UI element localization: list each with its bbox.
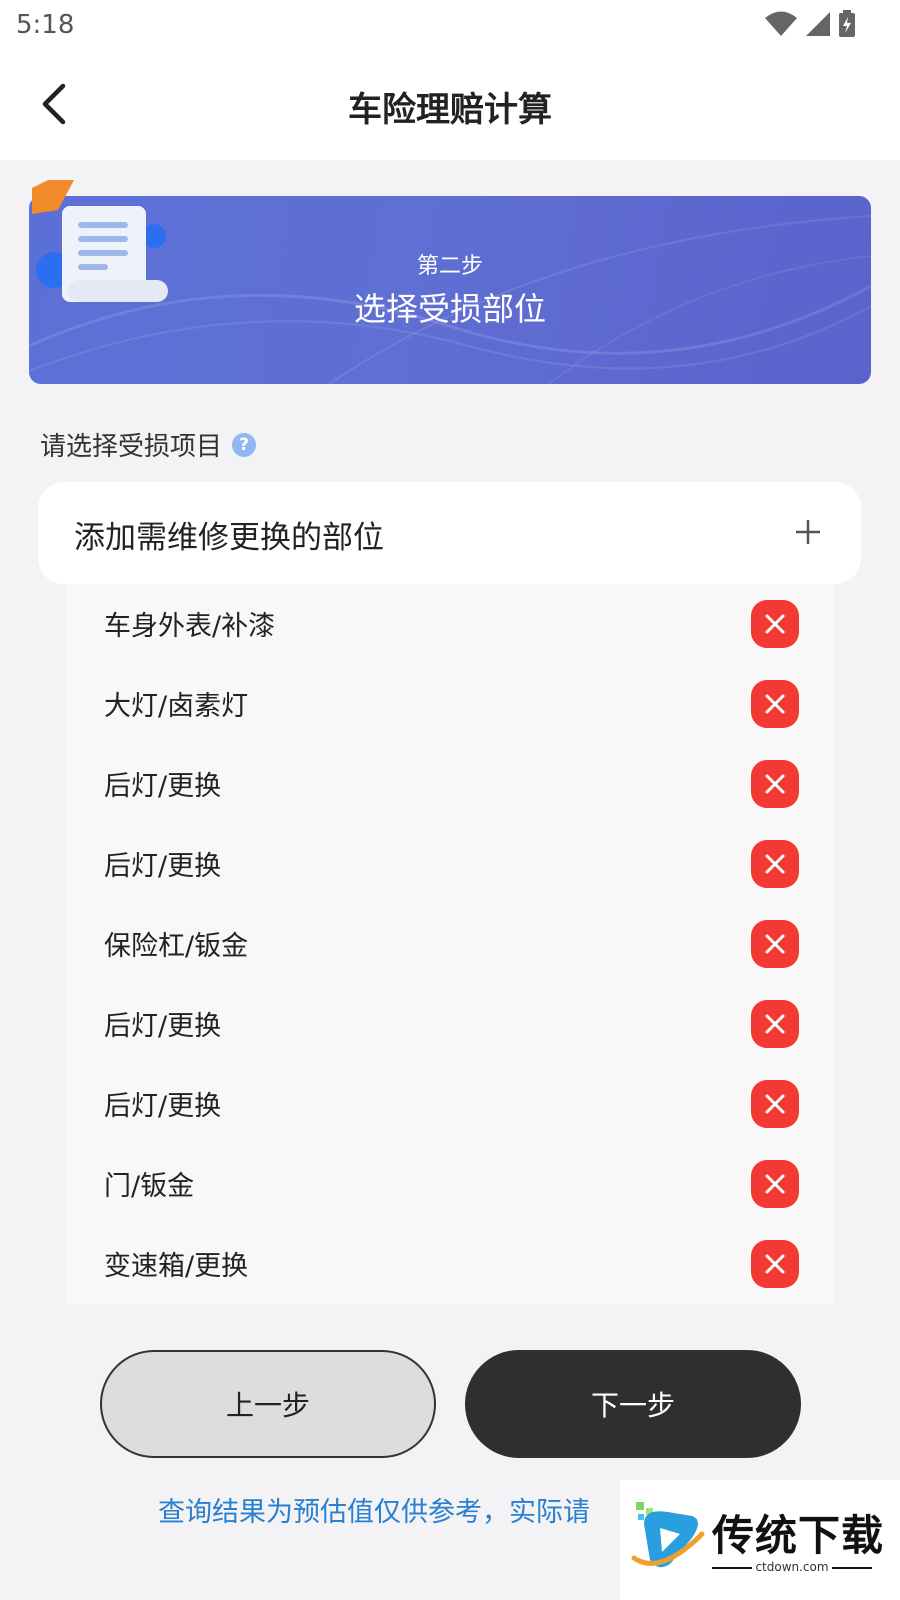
watermark-divider bbox=[832, 1567, 872, 1569]
list-item-label: 后灯/更换 bbox=[104, 771, 222, 802]
close-icon bbox=[765, 934, 785, 954]
delete-item-button[interactable] bbox=[751, 680, 799, 728]
plus-icon bbox=[796, 520, 820, 544]
document-illustration-icon bbox=[32, 180, 168, 302]
list-item-label: 保险杠/钣金 bbox=[104, 931, 249, 962]
disclaimer-text: 查询结果为预估值仅供参考，实际请 bbox=[158, 1497, 590, 1528]
section-label-text: 请选择受损项目 bbox=[40, 432, 223, 462]
signal-icon bbox=[806, 12, 830, 36]
delete-item-button[interactable] bbox=[751, 760, 799, 808]
delete-item-button[interactable] bbox=[751, 840, 799, 888]
close-icon bbox=[765, 694, 785, 714]
close-icon bbox=[765, 774, 785, 794]
previous-step-button[interactable]: 上一步 bbox=[100, 1350, 436, 1458]
damaged-items-list: 车身外表/补漆 大灯/卤素灯 后灯/更换 后灯/更换 保险杠/钣金 后灯/更换 bbox=[67, 584, 833, 1304]
list-item-label: 后灯/更换 bbox=[104, 1091, 222, 1122]
add-part-label: 添加需维修更换的部位 bbox=[74, 520, 384, 556]
delete-item-button[interactable] bbox=[751, 1000, 799, 1048]
list-item-label: 门/钣金 bbox=[104, 1171, 195, 1202]
close-icon bbox=[765, 1014, 785, 1034]
close-icon bbox=[765, 614, 785, 634]
nav-bar: 车险理赔计算 bbox=[0, 52, 900, 160]
list-item: 后灯/更换 bbox=[67, 744, 833, 824]
delete-item-button[interactable] bbox=[751, 600, 799, 648]
close-icon bbox=[765, 1174, 785, 1194]
battery-icon bbox=[839, 10, 855, 37]
list-item-label: 大灯/卤素灯 bbox=[104, 691, 249, 722]
next-step-button[interactable]: 下一步 bbox=[465, 1350, 801, 1458]
add-part-button[interactable]: 添加需维修更换的部位 bbox=[38, 482, 861, 584]
delete-item-button[interactable] bbox=[751, 1080, 799, 1128]
list-item-label: 后灯/更换 bbox=[104, 1011, 222, 1042]
watermark: 传统下载 ctdown.com bbox=[620, 1480, 900, 1600]
close-icon bbox=[765, 854, 785, 874]
list-item: 后灯/更换 bbox=[67, 1064, 833, 1144]
status-time: 5:18 bbox=[16, 10, 75, 40]
list-item-label: 后灯/更换 bbox=[104, 851, 222, 882]
delete-item-button[interactable] bbox=[751, 1240, 799, 1288]
list-item: 后灯/更换 bbox=[67, 984, 833, 1064]
delete-item-button[interactable] bbox=[751, 920, 799, 968]
delete-item-button[interactable] bbox=[751, 1160, 799, 1208]
help-icon[interactable]: ? bbox=[232, 432, 257, 457]
list-item: 变速箱/更换 bbox=[67, 1224, 833, 1304]
close-icon bbox=[765, 1254, 785, 1274]
list-item: 车身外表/补漆 bbox=[67, 584, 833, 664]
status-bar: 5:18 bbox=[0, 0, 900, 52]
status-icons bbox=[764, 10, 856, 38]
list-item-label: 变速箱/更换 bbox=[104, 1251, 249, 1282]
watermark-logo-icon bbox=[631, 1502, 705, 1568]
list-item: 保险杠/钣金 bbox=[67, 904, 833, 984]
list-item: 大灯/卤素灯 bbox=[67, 664, 833, 744]
close-icon bbox=[765, 1094, 785, 1114]
list-item-label: 车身外表/补漆 bbox=[104, 611, 276, 642]
list-item: 后灯/更换 bbox=[67, 824, 833, 904]
section-label: 请选择受损项目 ? bbox=[40, 426, 257, 463]
wifi-icon bbox=[765, 11, 797, 36]
watermark-name: 传统下载 bbox=[712, 1511, 885, 1560]
page-title: 车险理赔计算 bbox=[348, 90, 552, 130]
list-item: 门/钣金 bbox=[67, 1144, 833, 1224]
